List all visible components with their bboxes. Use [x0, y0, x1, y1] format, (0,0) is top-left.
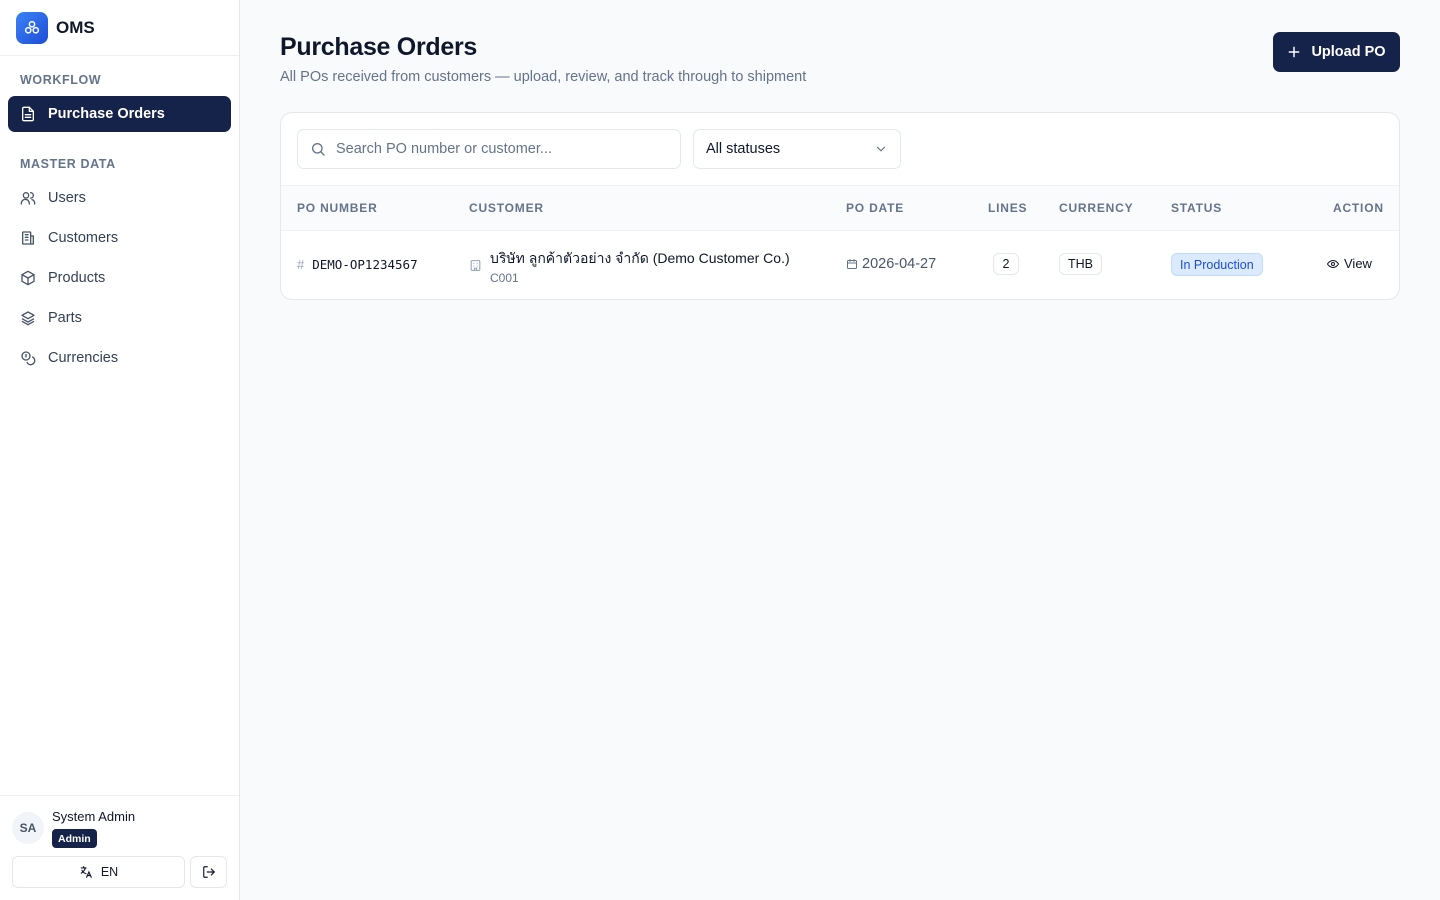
users-icon — [20, 190, 36, 206]
plus-icon — [1287, 45, 1301, 59]
layers-icon — [20, 310, 36, 326]
search-field[interactable] — [297, 129, 681, 169]
box-icon — [20, 270, 36, 286]
column-header-status[interactable]: STATUS — [1171, 201, 1222, 215]
sidebar-item-label: Parts — [48, 310, 82, 326]
brand: OMS — [0, 0, 239, 56]
sidebar-item-users[interactable]: Users — [8, 180, 231, 216]
calendar-icon — [846, 258, 858, 270]
user-name: System Admin — [52, 809, 136, 824]
language-label: EN — [100, 865, 119, 879]
search-input[interactable] — [336, 141, 666, 157]
po-number-cell: # DEMO-OP1234567 — [297, 257, 418, 272]
avatar: SA — [12, 812, 44, 844]
page-subtitle: All POs received from customers — upload… — [280, 69, 807, 85]
column-header-lines[interactable]: LINES — [988, 201, 1027, 215]
status-badge: In Production — [1171, 253, 1263, 276]
sidebar-item-purchase-orders[interactable]: Purchase Orders — [8, 96, 231, 132]
role-badge: Admin — [52, 829, 97, 848]
sidebar-item-customers[interactable]: Customers — [8, 220, 231, 256]
po-number: DEMO-OP1234567 — [312, 257, 418, 272]
po-date: 2026-04-27 — [862, 256, 937, 272]
purchase-orders-card: All statuses PO NUMBER CUSTOMER PO DATE … — [280, 112, 1400, 300]
eye-icon — [1327, 258, 1339, 270]
status-filter-select[interactable]: All statuses — [693, 129, 901, 169]
column-header-customer[interactable]: CUSTOMER — [469, 201, 544, 215]
sidebar-item-label: Currencies — [48, 350, 119, 366]
sidebar-item-label: Products — [48, 270, 106, 286]
sidebar-item-products[interactable]: Products — [8, 260, 231, 296]
hash-icon: # — [297, 257, 305, 272]
sidebar: OMS WORKFLOW Purchase Orders MASTER DATA… — [0, 0, 240, 900]
sidebar-item-currencies[interactable]: Currencies — [8, 340, 231, 376]
po-date-cell: 2026-04-27 — [846, 256, 936, 272]
user-panel: SA System Admin Admin EN — [0, 795, 239, 900]
page-title: Purchase Orders — [280, 33, 477, 61]
logout-icon — [202, 865, 216, 879]
customer-code: C001 — [490, 271, 519, 285]
sidebar-item-label: Users — [48, 190, 86, 206]
action-cell: View — [1327, 256, 1372, 271]
sidebar-item-label: Purchase Orders — [48, 106, 165, 122]
column-header-action: ACTION — [1333, 201, 1384, 215]
column-header-currency[interactable]: CURRENCY — [1059, 201, 1133, 215]
section-label-master-data: MASTER DATA — [20, 157, 116, 171]
sidebar-item-parts[interactable]: Parts — [8, 300, 231, 336]
master-data-nav: Users Customers Products Parts Currencie… — [8, 180, 231, 380]
lines-count-badge: 2 — [993, 253, 1019, 275]
app-name: OMS — [56, 17, 95, 37]
view-label: View — [1344, 256, 1372, 271]
translate-icon — [79, 865, 93, 879]
building-icon — [20, 230, 36, 246]
language-button[interactable]: EN — [12, 856, 185, 888]
search-icon — [310, 141, 326, 157]
chevron-down-icon — [874, 142, 888, 156]
column-header-po-number[interactable]: PO NUMBER — [297, 201, 378, 215]
customer-cell: บริษัท ลูกค้าตัวอย่าง จำกัด (Demo Custom… — [469, 248, 790, 285]
oms-logo-icon — [16, 11, 48, 44]
table-header: PO NUMBER CUSTOMER PO DATE LINES CURRENC… — [281, 185, 1399, 231]
building-icon — [469, 259, 482, 272]
customer-name: บริษัท ลูกค้าตัวอย่าง จำกัด (Demo Custom… — [490, 250, 790, 266]
currency-badge: THB — [1059, 253, 1102, 275]
logout-button[interactable] — [190, 856, 227, 888]
coins-icon — [20, 350, 36, 366]
upload-po-label: Upload PO — [1311, 44, 1386, 60]
lines-cell: 2 — [993, 253, 1019, 275]
sidebar-item-label: Customers — [48, 230, 119, 246]
currency-cell: THB — [1059, 253, 1102, 275]
column-header-po-date[interactable]: PO DATE — [846, 201, 904, 215]
status-filter-value: All statuses — [706, 141, 781, 157]
document-icon — [20, 106, 36, 122]
upload-po-button[interactable]: Upload PO — [1273, 32, 1400, 72]
status-cell: In Production — [1171, 253, 1263, 276]
table-row[interactable]: # DEMO-OP1234567 บริษัท ลูกค้าตัวอย่าง จ… — [281, 231, 1399, 299]
view-button[interactable]: View — [1327, 256, 1372, 271]
section-label-workflow: WORKFLOW — [20, 73, 102, 87]
